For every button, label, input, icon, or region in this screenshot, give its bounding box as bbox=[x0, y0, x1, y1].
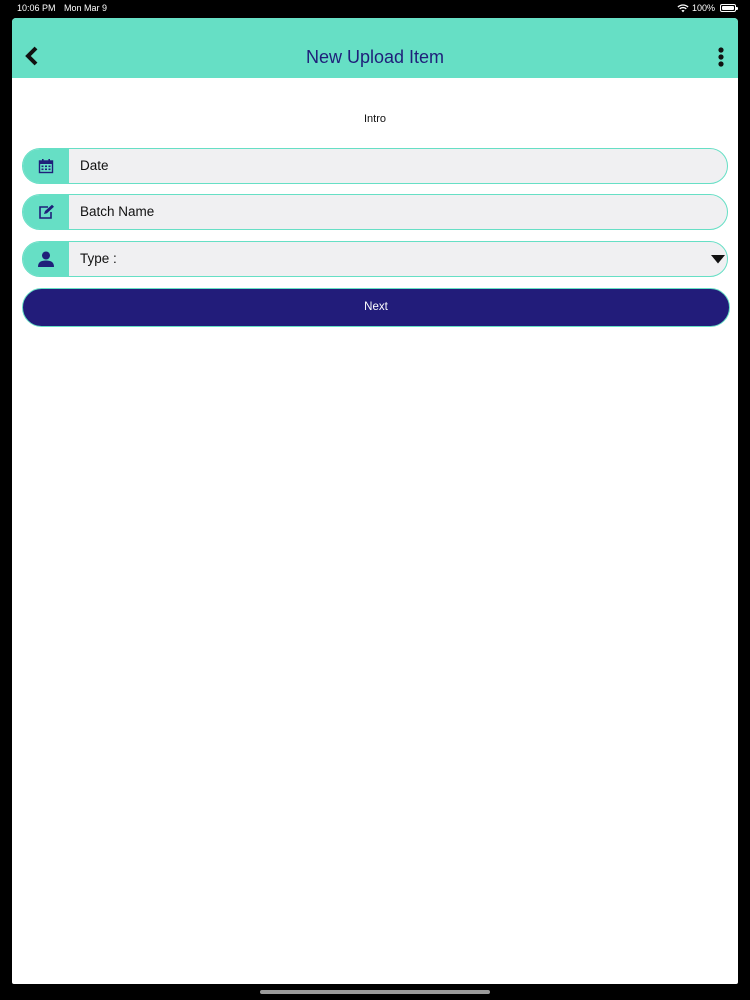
type-select[interactable]: Type : bbox=[22, 241, 728, 277]
edit-icon bbox=[39, 204, 54, 219]
intro-label: Intro bbox=[363, 113, 386, 125]
status-date: Mon Mar 9 bbox=[64, 3, 108, 13]
more-vertical-icon[interactable] bbox=[716, 46, 726, 68]
batch-name-field[interactable]: Batch Name bbox=[22, 194, 728, 230]
date-placeholder: Date bbox=[80, 158, 109, 173]
page-title: New Upload Item bbox=[305, 47, 445, 67]
batch-icon-cell bbox=[23, 195, 69, 229]
type-icon-cell bbox=[23, 242, 69, 276]
status-right: 100% bbox=[677, 0, 738, 16]
nav-bar: New Upload Item bbox=[12, 18, 738, 78]
date-icon-cell bbox=[23, 149, 69, 183]
battery-percent: 100% bbox=[691, 3, 715, 13]
home-indicator bbox=[260, 990, 490, 994]
user-icon bbox=[38, 251, 54, 267]
status-time: 10:06 PM bbox=[17, 3, 56, 13]
date-field[interactable]: Date bbox=[22, 148, 728, 184]
batch-name-placeholder: Batch Name bbox=[80, 204, 155, 219]
calendar-icon bbox=[38, 159, 54, 174]
type-label: Type : bbox=[80, 251, 117, 266]
status-bar: 10:06 PM Mon Mar 9 100% bbox=[0, 0, 750, 16]
battery-icon bbox=[720, 4, 738, 12]
app-screen: New Upload Item Intro Date Batch Name Ty… bbox=[12, 18, 738, 984]
caret-down-icon bbox=[711, 255, 725, 264]
wifi-icon bbox=[677, 4, 689, 13]
next-button[interactable]: Next bbox=[22, 288, 730, 327]
